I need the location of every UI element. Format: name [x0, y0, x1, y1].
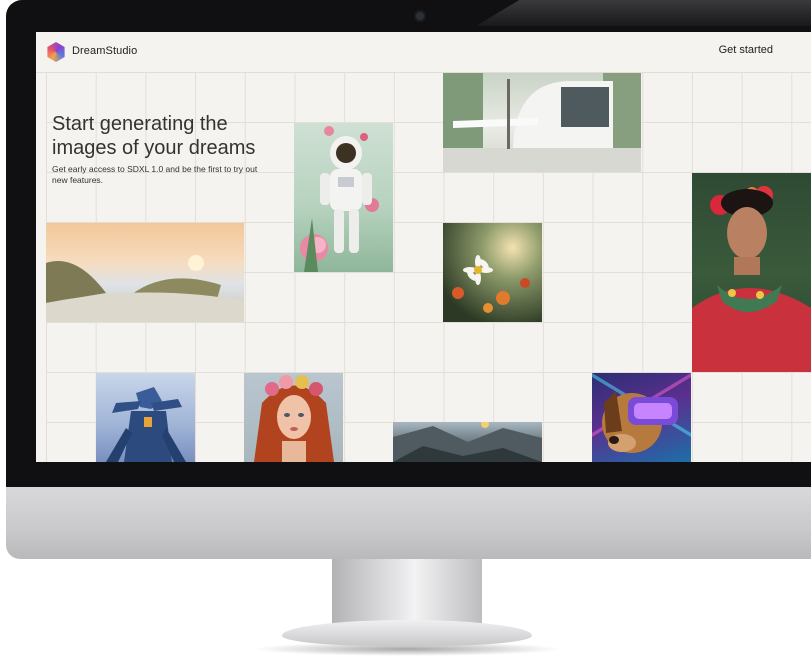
top-navigation-bar: DreamStudio Get started [36, 32, 811, 73]
bezel-glare [476, 0, 811, 26]
brand-name[interactable]: DreamStudio [72, 45, 137, 57]
vr-dog-image [592, 373, 691, 462]
blue-robot-warrior-image [96, 373, 195, 462]
red-hair-portrait-image [244, 373, 343, 462]
daisy-flower-image [443, 223, 542, 322]
dreamstudio-logo-icon[interactable] [47, 42, 65, 62]
screen: DreamStudio Get started Start generating… [36, 32, 811, 462]
get-started-button[interactable]: Get started [719, 44, 773, 56]
monitor-stand-neck [332, 559, 482, 629]
mountain-valley-image [393, 422, 542, 462]
astronaut-image [294, 123, 393, 272]
beach-dunes-image [46, 223, 244, 322]
hero-subtitle: Get early access to SDXL 1.0 and be the … [52, 164, 258, 185]
modern-villa-image [443, 73, 641, 172]
monitor-chin [6, 487, 811, 559]
hero-title: Start generating the images of your drea… [52, 113, 256, 159]
webcam-icon [416, 12, 424, 20]
monitor-stand-base [282, 620, 532, 646]
floral-portrait-image [692, 173, 811, 372]
